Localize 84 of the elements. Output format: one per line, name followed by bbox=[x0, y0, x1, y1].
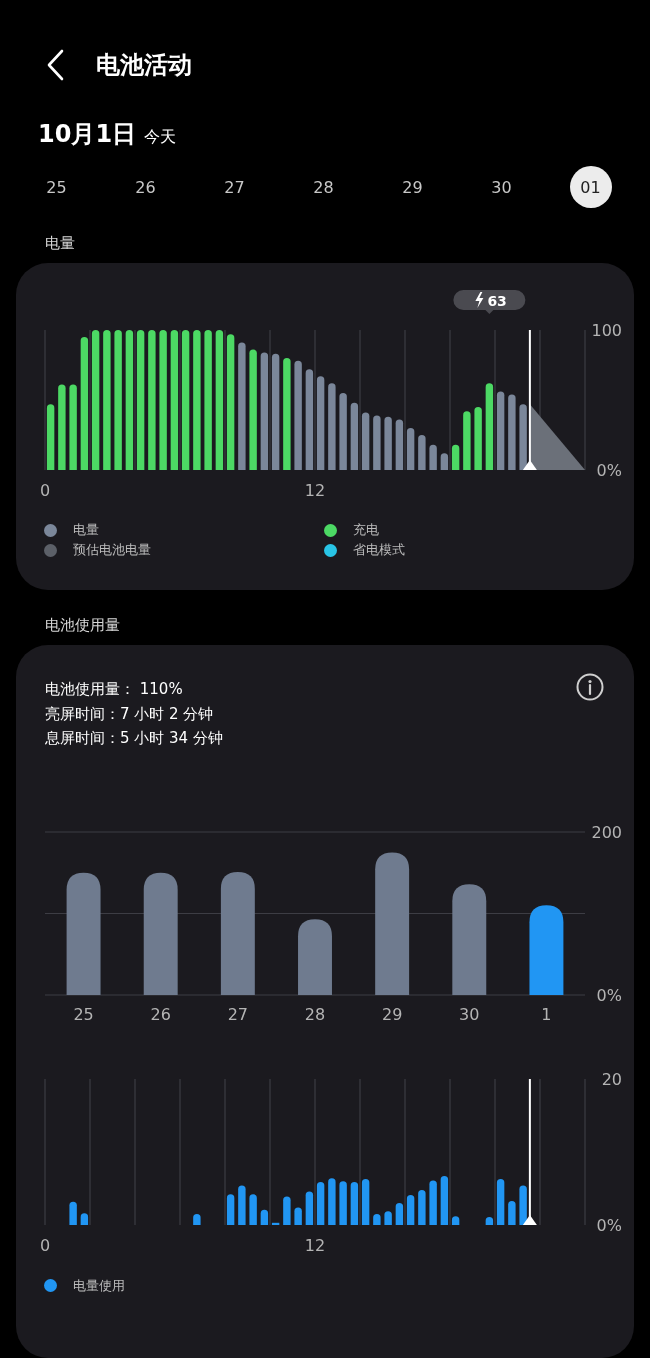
axis-label: 28 bbox=[304, 1004, 326, 1024]
chart-bar bbox=[463, 411, 471, 470]
summary-text: 息屏时间：5 小时 34 分钟 bbox=[45, 728, 223, 749]
chart-bar bbox=[519, 1185, 527, 1225]
axis-label: 12 bbox=[304, 1235, 326, 1255]
legend-label: 电量使用 bbox=[73, 1276, 125, 1295]
chart-bar bbox=[350, 402, 359, 470]
axis-label: 0 bbox=[39, 1235, 51, 1255]
chart-bar bbox=[316, 1181, 325, 1225]
chart-bar bbox=[451, 444, 460, 470]
forecast-area bbox=[529, 404, 585, 470]
back-icon[interactable] bbox=[46, 49, 64, 81]
day-tab[interactable]: 25 bbox=[12, 166, 101, 208]
callout-value: 63 bbox=[487, 292, 507, 309]
chart-bar bbox=[350, 1181, 359, 1225]
axis-label: 200 bbox=[591, 822, 622, 842]
chart-bar bbox=[429, 444, 437, 470]
chart-bar bbox=[373, 1213, 381, 1225]
legend-label: 省电模式 bbox=[353, 541, 405, 559]
axis-label: 27 bbox=[227, 1004, 249, 1024]
chart-bar bbox=[418, 435, 426, 470]
chart-bar bbox=[440, 1175, 449, 1225]
chart-bar bbox=[406, 1194, 415, 1225]
axis-label: 20 bbox=[601, 1069, 622, 1089]
day-tab[interactable]: 01 bbox=[569, 166, 612, 208]
axis-label: 0% bbox=[596, 985, 622, 1005]
chart-bar bbox=[384, 1210, 392, 1225]
relative-day: 今天 bbox=[144, 127, 177, 148]
section-title: 电池使用量 bbox=[44, 615, 121, 636]
axis-label: 0 bbox=[39, 481, 51, 500]
day-tab[interactable]: 30 bbox=[457, 166, 546, 208]
chart-bar bbox=[294, 1207, 302, 1225]
axis-label: 1 bbox=[541, 1004, 552, 1024]
chart-bar bbox=[519, 404, 527, 470]
chart-bar bbox=[305, 1190, 314, 1225]
axis-label: 30 bbox=[459, 1004, 480, 1024]
day-tab[interactable]: 28 bbox=[279, 166, 368, 208]
summary-text: 电池使用量： 110% bbox=[45, 679, 184, 700]
chart-bar bbox=[429, 1179, 437, 1225]
chart-bar bbox=[451, 1215, 460, 1225]
axis-label: 0% bbox=[596, 461, 622, 480]
axis-label: 25 bbox=[73, 1004, 94, 1024]
chart-bar bbox=[238, 1185, 246, 1225]
chart-bar bbox=[249, 1193, 257, 1225]
chart-bar bbox=[193, 1213, 201, 1225]
day-tab[interactable]: 29 bbox=[368, 166, 457, 208]
section-title: 电量 bbox=[44, 233, 76, 254]
chart-bar bbox=[361, 412, 370, 470]
chart-bar bbox=[496, 1178, 505, 1225]
chart-bar bbox=[440, 453, 449, 470]
axis-label: 100 bbox=[591, 321, 622, 340]
info-icon[interactable] bbox=[576, 673, 604, 701]
page-title: 电池活动 bbox=[96, 50, 192, 81]
chart-bar bbox=[260, 1209, 269, 1225]
lightning-icon bbox=[475, 292, 484, 308]
chart-bar bbox=[226, 1193, 235, 1225]
chart-bar bbox=[395, 1202, 404, 1225]
axis-label: 29 bbox=[381, 1004, 403, 1024]
chart-bar bbox=[271, 1222, 280, 1225]
chart-bar bbox=[373, 415, 381, 470]
chart-bar bbox=[406, 428, 415, 470]
legend-label: 充电 bbox=[353, 521, 379, 539]
chart-bar bbox=[283, 1196, 291, 1225]
chart-bar bbox=[485, 1216, 494, 1225]
chart-bar bbox=[339, 1180, 347, 1225]
chart-bar bbox=[361, 1178, 370, 1225]
legend-label: 电量 bbox=[73, 521, 99, 539]
chart-bar bbox=[80, 1212, 89, 1225]
chart-bar bbox=[395, 419, 404, 470]
chart-bar bbox=[328, 1177, 336, 1225]
chart-bar bbox=[418, 1189, 426, 1225]
axis-label: 0% bbox=[596, 1215, 622, 1235]
chart-bar bbox=[46, 404, 55, 470]
date-label: 10月1日 bbox=[38, 119, 137, 150]
chart-bar bbox=[384, 416, 392, 470]
chart-bar bbox=[69, 1201, 77, 1225]
day-tab[interactable]: 27 bbox=[190, 166, 279, 208]
chart-bar bbox=[508, 1200, 516, 1225]
axis-label: 26 bbox=[150, 1004, 171, 1024]
legend-label: 预估电池电量 bbox=[73, 541, 151, 559]
chart-bar bbox=[474, 407, 482, 470]
summary-text: 亮屏时间：7 小时 2 分钟 bbox=[45, 703, 215, 725]
day-tab[interactable]: 26 bbox=[101, 166, 190, 208]
axis-label: 12 bbox=[304, 481, 326, 500]
